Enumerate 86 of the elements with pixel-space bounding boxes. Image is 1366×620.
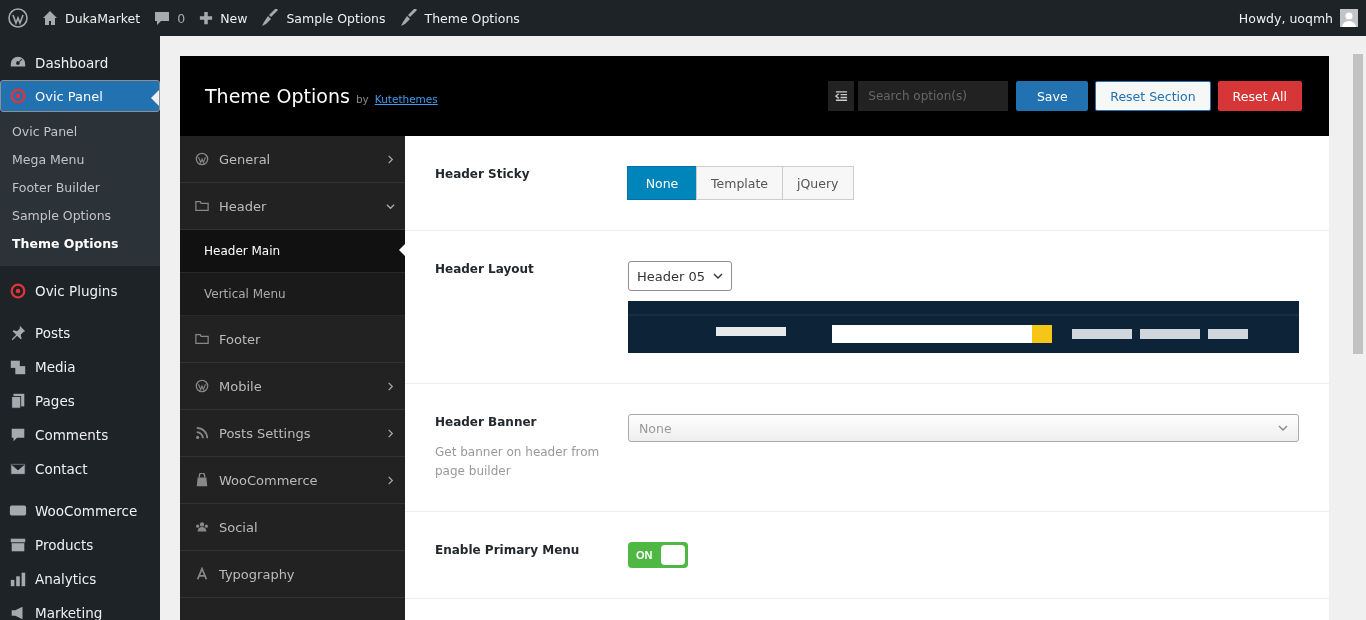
account-link[interactable]: Howdy, uoqmh [1238, 9, 1358, 27]
greeting: Howdy, uoqmh [1238, 10, 1333, 26]
pushpin-icon [9, 324, 27, 342]
field-label: Header Banner [435, 415, 537, 429]
new-label: New [220, 10, 248, 26]
sidebar-item[interactable]: Media [0, 350, 160, 384]
new-link[interactable]: New [199, 10, 248, 26]
options-nav-item[interactable]: Posts Settings [180, 410, 405, 457]
site-name: DukaMarket [65, 10, 141, 26]
folder-icon [195, 199, 209, 213]
paintbrush-icon [261, 9, 280, 27]
chevron-right-icon [386, 381, 395, 391]
sidebar-item[interactable]: Contact [0, 452, 160, 486]
sidebar-item[interactable]: Dashboard [0, 46, 160, 80]
wordpress-icon [195, 379, 209, 393]
author-link[interactable]: Kutethemes [374, 93, 438, 105]
collapse-icon [834, 89, 848, 103]
segment-option[interactable]: jQuery [782, 166, 854, 200]
layout-select[interactable]: Header 05 [628, 261, 732, 291]
search-field[interactable]: Search option(s) [858, 81, 1009, 111]
save-button[interactable]: Save [1016, 81, 1089, 111]
sidebar-item[interactable]: Marketing [0, 596, 160, 620]
plus-icon [199, 11, 214, 25]
sidebar-item[interactable]: Analytics [0, 562, 160, 596]
reset-section-button[interactable]: Reset Section [1095, 81, 1211, 111]
chevron-right-icon [386, 154, 395, 164]
chevron-right-icon [386, 428, 395, 438]
reset-all-button[interactable]: Reset All [1217, 81, 1302, 111]
options-nav-item[interactable]: Typography [180, 551, 405, 598]
bar-chart-icon [9, 570, 27, 588]
submenu-item[interactable]: Footer Builder [0, 174, 160, 202]
field-label: Enable Primary Menu [435, 543, 580, 557]
segment-option[interactable]: Template [696, 166, 784, 200]
chevron-right-icon [386, 475, 395, 485]
media-icon [9, 358, 27, 376]
sidebar-item[interactable]: Ovic Panel [0, 80, 160, 112]
submenu-item[interactable]: Theme Options [0, 230, 160, 258]
options-nav-item[interactable]: General [180, 136, 405, 183]
segment-option[interactable]: None [627, 166, 697, 200]
options-subnav-item[interactable]: Header Main [180, 230, 405, 273]
byline: by [355, 93, 369, 105]
sidebar-item[interactable]: Posts [0, 316, 160, 350]
submenu-item[interactable]: Ovic Panel [0, 118, 160, 146]
sidebar-item[interactable]: Products [0, 528, 160, 562]
options-link[interactable]: Theme Options [399, 9, 520, 27]
options-label: Theme Options [424, 10, 520, 26]
sidebar-item[interactable]: Pages [0, 384, 160, 418]
options-subnav-item[interactable]: Vertical Menu [180, 273, 405, 316]
wordpress-logo-icon[interactable] [8, 8, 28, 28]
shopping-bag-icon [195, 473, 209, 487]
sidebar-item[interactable]: Ovic Plugins [0, 274, 160, 308]
options-nav-item[interactable]: Social [180, 504, 405, 551]
comments-link[interactable]: 0 [154, 10, 186, 26]
options-label: Sample Options [286, 10, 386, 26]
site-link[interactable]: DukaMarket [42, 10, 141, 26]
submenu-item[interactable]: Sample Options [0, 202, 160, 230]
font-icon [195, 567, 209, 581]
rss-icon [195, 426, 209, 440]
sidebar-item[interactable]: Comments [0, 418, 160, 452]
users-icon [195, 520, 209, 534]
panel-title: Theme Options [205, 85, 350, 107]
box-icon [9, 536, 27, 554]
folder-icon [195, 332, 209, 346]
options-nav-item[interactable]: WooCommerce [180, 457, 405, 504]
options-nav-item[interactable]: Mobile [180, 363, 405, 410]
sidebar-item[interactable]: WooCommerce [0, 494, 160, 528]
home-icon [42, 10, 58, 26]
target-icon [9, 282, 27, 300]
paintbrush-icon [399, 9, 418, 27]
avatar-icon [1340, 9, 1358, 27]
wordpress-icon [195, 152, 209, 166]
caret-icon [713, 271, 723, 281]
submenu-item[interactable]: Mega Menu [0, 146, 160, 174]
options-link[interactable]: Sample Options [261, 9, 386, 27]
mail-icon [9, 460, 27, 478]
target-icon [9, 87, 27, 105]
pages-icon [9, 392, 27, 410]
caret-icon [1278, 423, 1288, 433]
chevron-down-icon [386, 201, 395, 211]
field-description: Get banner on header from page builder [435, 444, 601, 480]
collapse-button[interactable] [828, 81, 855, 111]
options-nav-item[interactable]: Footer [180, 316, 405, 363]
comment-icon [154, 10, 171, 26]
comment-count: 0 [177, 10, 186, 26]
field-label: Header Sticky [435, 167, 530, 181]
field-label: Header Layout [435, 262, 534, 276]
